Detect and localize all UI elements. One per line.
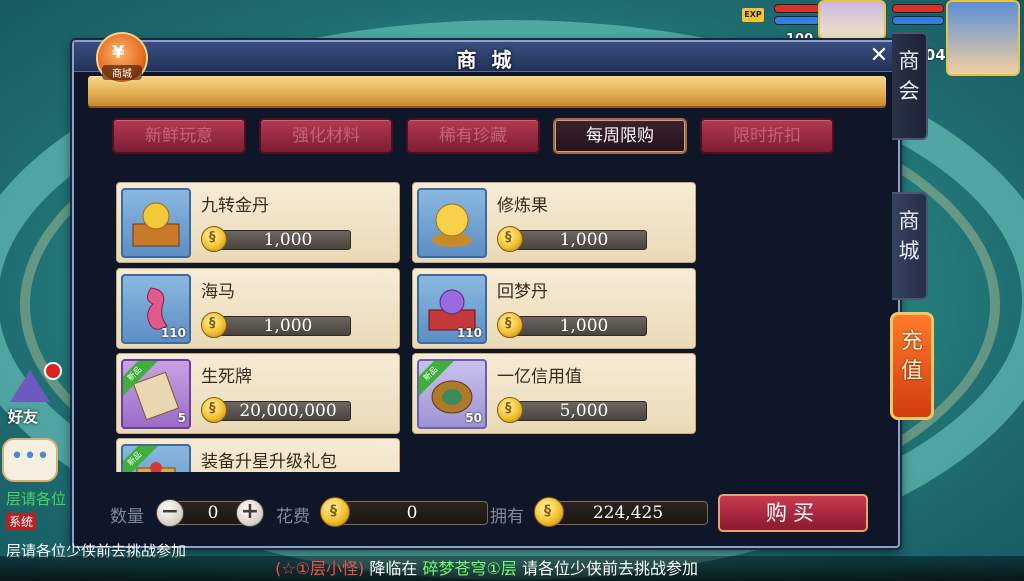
- marquee-text: 请各位少侠前去挑战参加: [521, 559, 698, 578]
- pet-portrait[interactable]: [818, 0, 886, 40]
- close-button[interactable]: ✕: [866, 44, 892, 70]
- quantity-plus-button[interactable]: +: [236, 499, 264, 527]
- marquee-monster: (☆①层小怪): [275, 559, 365, 578]
- item-count: 50: [465, 411, 482, 425]
- scroll-icon: 新品 5: [121, 359, 191, 429]
- gold-coin-icon: [201, 397, 227, 423]
- scroll-banner: [88, 76, 886, 106]
- chat-bubble-icon[interactable]: •••: [2, 438, 58, 482]
- item-count: 110: [160, 326, 186, 340]
- item-price: 20,000,000: [239, 401, 337, 421]
- broadcast-marquee: (☆①层小怪) 降临在 碎梦苍穹①层 请各位少侠前去挑战参加: [0, 556, 1024, 581]
- player-portrait[interactable]: [946, 0, 1020, 76]
- item-name: 海马: [201, 282, 235, 302]
- owned-coin-icon: [534, 497, 564, 527]
- item-count: 5: [177, 411, 186, 425]
- side-tab-recharge-label: 充值: [900, 329, 923, 384]
- tab-new-items[interactable]: 新鲜玩意: [112, 118, 246, 154]
- item-count: 110: [456, 326, 482, 340]
- shop-item[interactable]: 110 回梦丹 1,000: [412, 268, 696, 349]
- pet-hp-bar: [774, 4, 820, 13]
- pet-mp-bar: [774, 16, 820, 25]
- tab-timed-discount[interactable]: 限时折扣: [700, 118, 834, 154]
- shop-item[interactable]: 新品 50 一亿信用值 5,000: [412, 353, 696, 434]
- side-tab-mall-label: 商城: [898, 209, 920, 263]
- gold-coin-icon: [497, 226, 523, 252]
- quantity-label: 数量: [110, 507, 144, 527]
- gold-coin-icon: [201, 226, 227, 252]
- exp-tag: EXP: [742, 8, 764, 22]
- chat-log: 层请各位 系统: [6, 488, 76, 530]
- owned-label: 拥有: [490, 507, 524, 527]
- item-price: 1,000: [263, 316, 313, 336]
- side-tab-recharge[interactable]: 充值: [890, 312, 934, 420]
- cost-coin-icon: [320, 497, 350, 527]
- yuan-glyph: ¥: [112, 42, 125, 63]
- golden-orb-icon: [417, 188, 487, 258]
- player-mp-bar: [892, 16, 944, 25]
- item-price: 5,000: [559, 401, 609, 421]
- item-price: 1,000: [263, 230, 313, 250]
- shop-logo-icon: ¥ 商城: [96, 32, 148, 84]
- chat-line: 层请各位: [6, 490, 67, 508]
- shop-item[interactable]: 新品 5 生死牌 20,000,000: [116, 353, 400, 434]
- tab-weekly-limited[interactable]: 每周限购: [553, 118, 687, 154]
- seahorse-icon: 110: [121, 274, 191, 344]
- gold-coin-icon: [497, 312, 523, 338]
- notification-dot: [44, 362, 62, 380]
- item-name: 九转金丹: [201, 196, 269, 216]
- shop-item[interactable]: 新品 装备升星升级礼包: [116, 438, 400, 472]
- friend-label: 好友: [8, 408, 39, 426]
- crystal-orb-chest-icon: 110: [417, 274, 487, 344]
- gift-pack-icon: 新品: [121, 444, 191, 472]
- cost-field: 0: [336, 501, 488, 525]
- gold-coin-icon: [497, 397, 523, 423]
- purchase-bar: 数量 0 − + 花费 0 拥有 224,425 购买: [104, 494, 874, 534]
- gold-coin-icon: [201, 312, 227, 338]
- friend-button[interactable]: 好友: [2, 370, 54, 428]
- shop-panel: 商 城 ✕ ¥ 商城 新鲜玩意 强化材料 稀有珍藏 每周限购 限时折扣 九转金丹…: [72, 32, 900, 548]
- marquee-location: 碎梦苍穹①层: [422, 559, 517, 578]
- item-name: 修炼果: [497, 196, 548, 216]
- shop-logo-label: 商城: [102, 65, 142, 80]
- shop-item[interactable]: 九转金丹 1,000: [116, 182, 400, 263]
- item-grid: 九转金丹 1,000 修炼果 1,000 110 海马 1,000: [116, 182, 706, 472]
- item-name: 回梦丹: [497, 282, 548, 302]
- golden-pill-chest-icon: [121, 188, 191, 258]
- item-price: 1,000: [559, 316, 609, 336]
- quantity-minus-button[interactable]: −: [156, 499, 184, 527]
- shop-item[interactable]: 修炼果 1,000: [412, 182, 696, 263]
- marquee-text: 降临在: [369, 559, 418, 578]
- item-name: 一亿信用值: [497, 367, 582, 387]
- shop-item[interactable]: 110 海马 1,000: [116, 268, 400, 349]
- side-tab-guild-label: 商会: [898, 49, 920, 103]
- tab-rare-collection[interactable]: 稀有珍藏: [406, 118, 540, 154]
- player-hp-bar: [892, 4, 944, 13]
- panel-title: 商 城: [456, 48, 516, 72]
- buy-button[interactable]: 购买: [718, 494, 868, 532]
- coin-medallion-icon: 新品 50: [417, 359, 487, 429]
- side-tab-guild[interactable]: 商会: [892, 32, 928, 140]
- panel-header: 商 城 ✕: [74, 42, 898, 72]
- owned-field: 224,425: [548, 501, 708, 525]
- cost-label: 花费: [276, 507, 310, 527]
- item-price: 1,000: [559, 230, 609, 250]
- item-name: 生死牌: [201, 367, 252, 387]
- system-tag: 系统: [6, 513, 37, 530]
- tab-enhance-materials[interactable]: 强化材料: [259, 118, 393, 154]
- item-name: 装备升星升级礼包: [201, 452, 337, 472]
- side-tab-mall[interactable]: 商城: [892, 192, 928, 300]
